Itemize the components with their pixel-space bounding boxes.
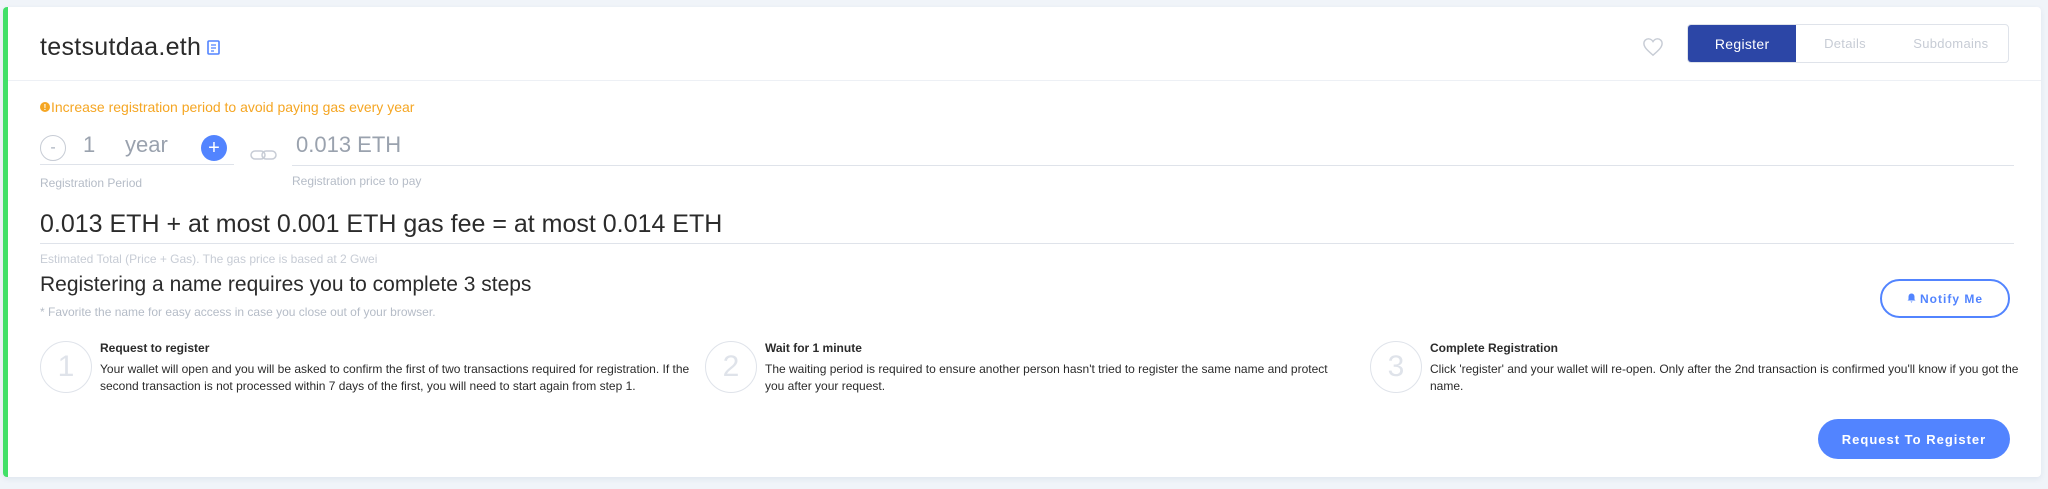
gas-warning: ! Increase registration period to avoid …: [40, 99, 414, 115]
warning-text: Increase registration period to avoid pa…: [51, 99, 415, 115]
tab-bar: Register Details Subdomains: [1687, 24, 2009, 63]
steps-title: Registering a name requires you to compl…: [40, 273, 532, 296]
price-label: Registration price to pay: [292, 174, 422, 188]
domain-title: testsutdaa.eth: [40, 33, 221, 62]
copy-icon[interactable]: [207, 39, 221, 60]
card-header: testsutdaa.eth Register Details Subdomai…: [8, 7, 2041, 81]
step-description: Click 'register' and your wallet will re…: [1430, 362, 2019, 393]
notify-me-button[interactable]: Notify Me: [1880, 279, 2010, 318]
total-label: Estimated Total (Price + Gas). The gas p…: [40, 252, 378, 266]
step-number: 3: [1370, 341, 1422, 393]
year-unit: year: [125, 132, 168, 157]
price-field: 0.013 ETH: [292, 130, 2014, 166]
decrease-year-button[interactable]: -: [40, 135, 66, 161]
step-description: The waiting period is required to ensure…: [765, 362, 1328, 393]
total-value: 0.013 ETH + at most 0.001 ETH gas fee = …: [40, 210, 723, 238]
tab-register[interactable]: Register: [1688, 25, 1797, 62]
request-to-register-button[interactable]: Request To Register: [1818, 419, 2010, 459]
step-title: Wait for 1 minute: [765, 341, 862, 355]
favorite-note: * Favorite the name for easy access in c…: [40, 305, 436, 319]
total-field: 0.013 ETH + at most 0.001 ETH gas fee = …: [40, 207, 2014, 244]
notify-label: Notify Me: [1920, 291, 1983, 306]
year-count[interactable]: 1: [83, 132, 95, 158]
period-label: Registration Period: [40, 176, 143, 190]
increase-year-button[interactable]: +: [201, 135, 227, 161]
step-description: Your wallet will open and you will be as…: [100, 362, 690, 393]
bell-icon: [1907, 292, 1916, 306]
warning-icon: !: [40, 102, 50, 112]
step-title: Complete Registration: [1430, 341, 1559, 355]
year-stepper: - 1 year +: [40, 130, 234, 165]
tab-subdomains[interactable]: Subdomains: [1894, 25, 2008, 62]
link-icon: [250, 148, 278, 167]
price-value: 0.013 ETH: [296, 132, 402, 157]
domain-name: testsutdaa.eth: [40, 33, 202, 61]
step-title: Request to register: [100, 341, 210, 355]
heart-icon[interactable]: [1642, 37, 1664, 62]
domain-card: testsutdaa.eth Register Details Subdomai…: [3, 7, 2041, 477]
step-number: 2: [705, 341, 757, 393]
tab-details[interactable]: Details: [1796, 25, 1893, 62]
step-number: 1: [40, 341, 92, 393]
